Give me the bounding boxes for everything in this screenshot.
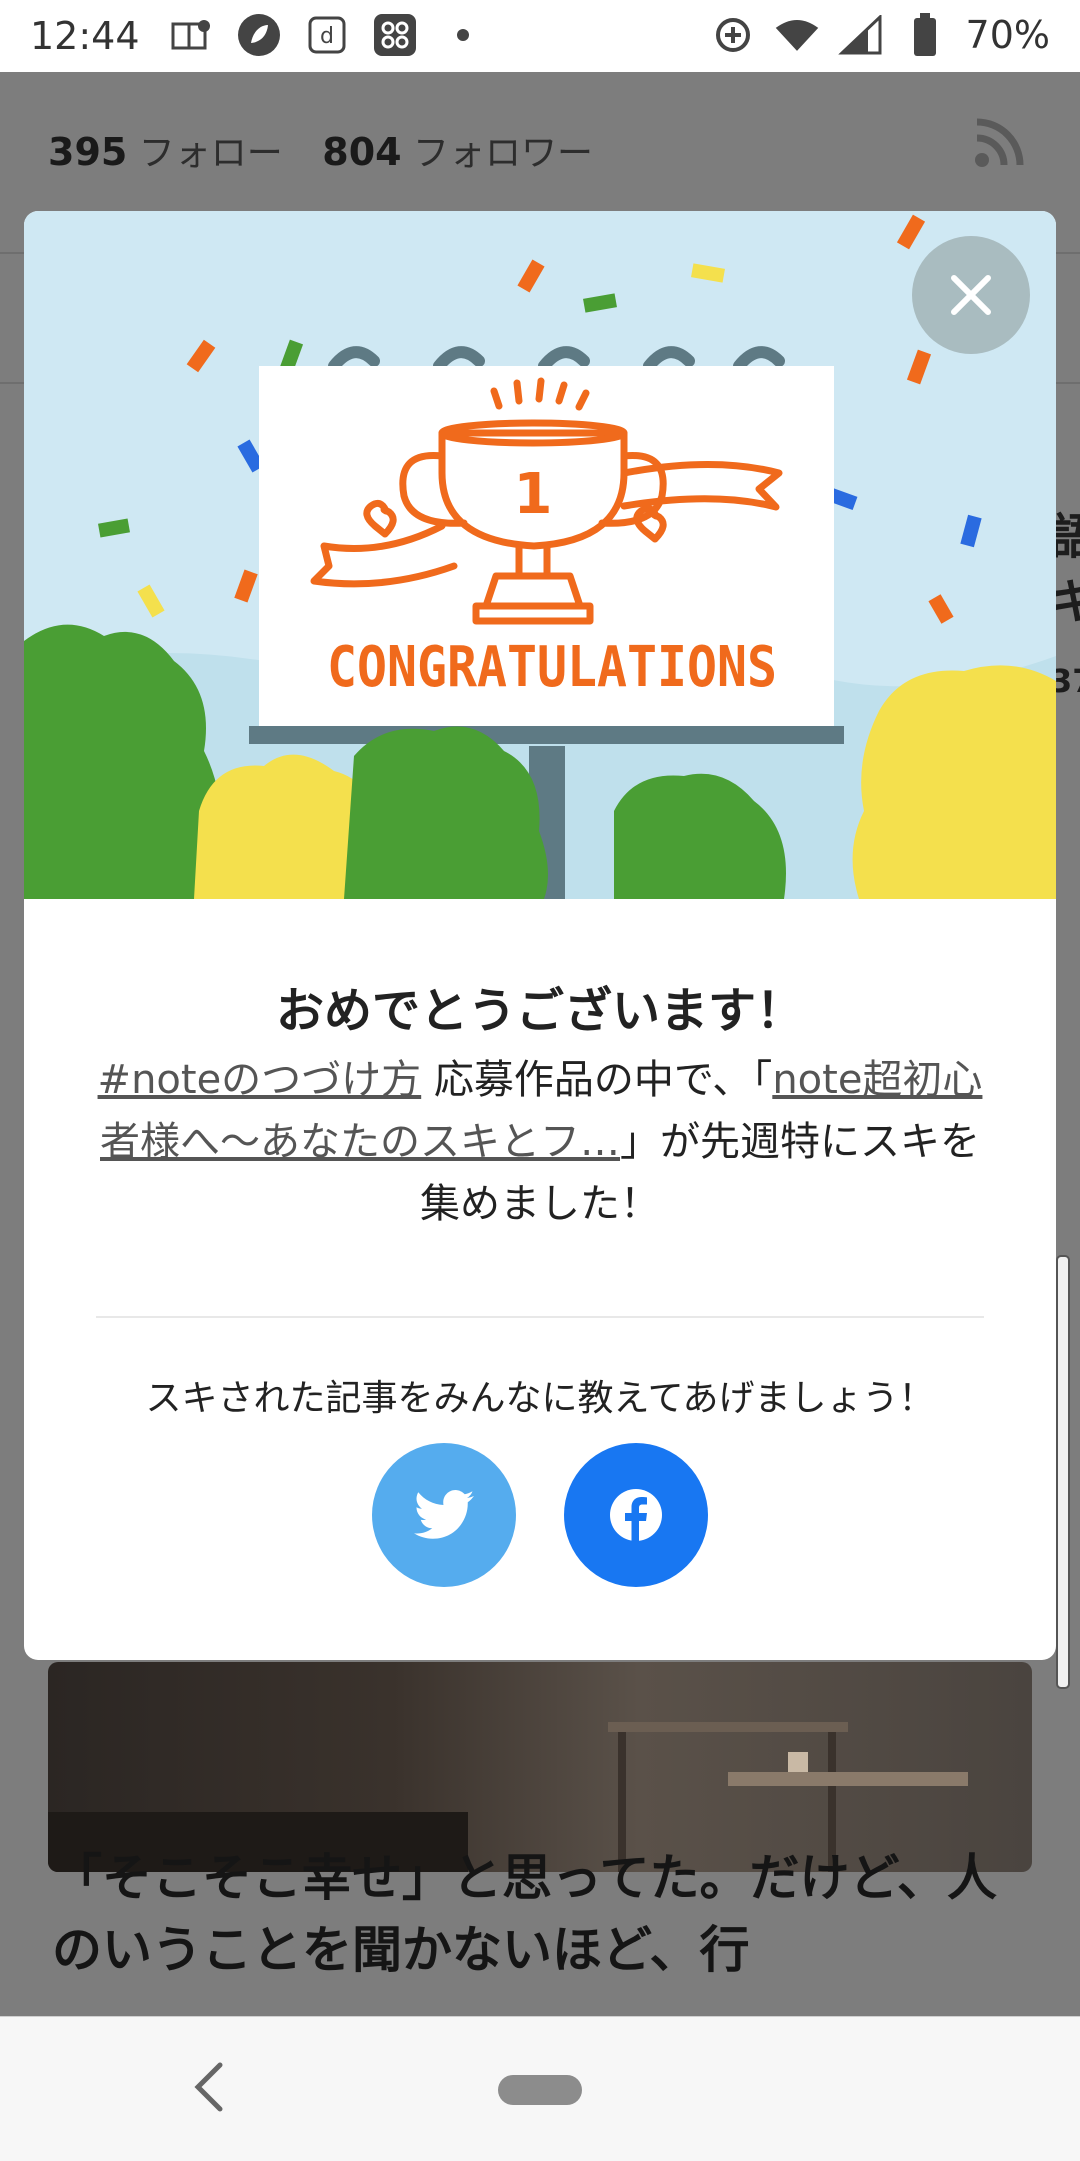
status-system-icons: 70% [710,12,1050,58]
home-button[interactable] [498,2075,582,2105]
congratulations-dialog: 1 CONGRATULATIONS おめでとうございます！ #noteのつづけ方… [24,211,1056,1660]
share-prompt: スキされた記事をみんなに教えてあげましょう！ [145,1378,935,1419]
divider [96,1316,984,1318]
data-saver-icon [710,12,756,58]
hashtag-link[interactable]: #noteのつづけ方 [98,1057,422,1103]
close-icon [951,275,991,315]
follow-count: 395 [48,130,128,174]
congratulations-banner: 1 CONGRATULATIONS [24,211,1056,899]
facebook-share-button[interactable] [564,1443,708,1587]
chevron-left-icon [194,2062,223,2112]
status-notification-icons: d [168,12,486,58]
navigation-bar [0,2016,1080,2161]
follow-stats: 395 フォロー 804 フォロワー [48,124,621,176]
facebook-icon [610,1489,662,1543]
dialog-message: #noteのつづけ方 応募作品の中で、「note超初心者様へ〜あなたのスキとフ…… [86,1049,994,1235]
grid-app-icon [372,12,418,58]
congratulations-text: CONGRATULATIONS [327,635,777,700]
close-button[interactable] [912,236,1030,354]
status-time: 12:44 [30,14,140,58]
leaf-app-icon [236,12,282,58]
article-thumbnail[interactable] [48,1662,1032,1872]
twitter-icon [414,1490,474,1539]
dialog-title: おめでとうございます！ [275,983,804,1039]
message-text: 応募作品の中で、「 [433,1057,773,1103]
svg-text:d: d [320,24,334,49]
reader-icon [168,12,214,58]
article-title[interactable]: 「そこそこ幸せ」と思ってた。だけど、人のいうことを聞かないほど、行 [52,1842,1032,1986]
twitter-share-button[interactable] [372,1443,516,1587]
wifi-icon [774,12,820,58]
follower-label[interactable]: フォロワー [413,133,593,174]
d-app-icon: d [304,12,350,58]
trophy-number: 1 [514,462,553,527]
follow-label[interactable]: フォロー [139,133,283,174]
rss-icon[interactable] [974,118,1024,172]
battery-percent: 70% [965,13,1050,57]
scrollbar-thumb[interactable] [1056,1255,1070,1689]
back-button[interactable] [190,2059,226,2119]
battery-icon [902,12,948,58]
status-bar: 12:44 d 70% [0,0,1080,72]
follower-count: 804 [322,130,402,174]
signal-icon [837,12,884,58]
dot-icon [440,12,486,58]
